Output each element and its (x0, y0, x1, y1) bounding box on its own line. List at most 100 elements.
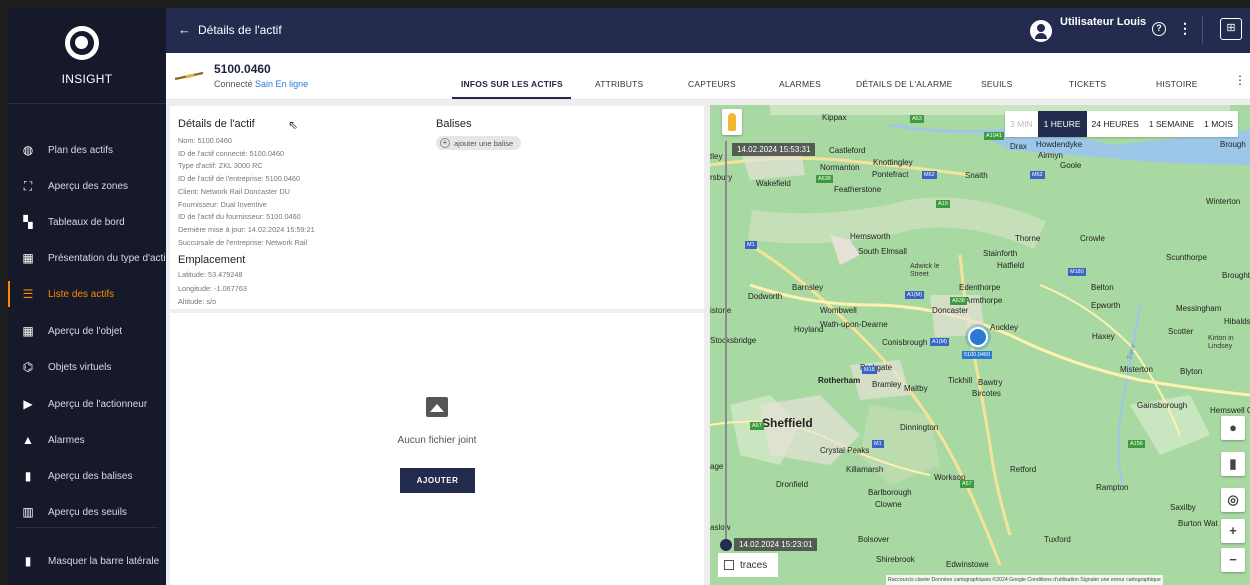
tab-infos-actifs[interactable]: INFOS SUR LES ACTIFS (461, 79, 563, 89)
my-location-icon[interactable]: ◎ (1221, 488, 1245, 512)
map-place: Dronfield (776, 480, 809, 489)
map-attribution[interactable]: Raccourcis clavier Données cartographiqu… (886, 575, 1163, 585)
map-place: Wath-upon-Dearne (820, 320, 888, 329)
asset-name: 5100.0460 (214, 62, 271, 76)
sidebar-item-objets-virtuels[interactable]: ⌬ Objets virtuels (8, 350, 166, 384)
apps-grid-icon[interactable]: ⊞ (1220, 18, 1242, 40)
sidebar-item-aper-u-des-zones[interactable]: ⛶ Aperçu des zones (8, 169, 166, 203)
map-place: Tuxford (1044, 535, 1071, 544)
detail-line: Fournisseur: Dual Inventive (178, 199, 267, 209)
traces-toggle[interactable]: traces (718, 553, 778, 577)
time-range-1-semaine[interactable]: 1 SEMAINE (1144, 119, 1199, 129)
map-place: Hemswell Cliff (1210, 406, 1250, 415)
map-place: Goole (1060, 161, 1082, 170)
map-place: Pontefract (872, 170, 909, 179)
add-tag-button[interactable]: + ajouter une balise (436, 136, 522, 150)
map-layers-icon[interactable]: ▮ (1221, 452, 1245, 476)
map-place: South Elmsall (858, 247, 907, 256)
map-place: Bolsover (858, 535, 890, 544)
map-place: Howdendyke (1036, 140, 1083, 149)
sidebar-divider (16, 527, 158, 528)
tabs-more-icon[interactable]: ⋮ (1234, 73, 1246, 87)
detail-line: ID de l'actif du fournisseur: 5100.0460 (178, 212, 301, 222)
tab-attributs[interactable]: ATTRIBUTS (595, 79, 643, 89)
sidebar-item-label: Présentation du type d'acti (48, 252, 166, 264)
time-slider-track[interactable] (725, 141, 727, 551)
tab-capteurs[interactable]: CAPTEURS (688, 79, 736, 89)
sidebar-item-label: Tableaux de bord (48, 216, 125, 228)
road-marker: M18 (862, 366, 877, 374)
collapse-sidebar-button[interactable]: ▮ Masquer la barre latérale (8, 544, 166, 578)
sidebar-item-label: Liste des actifs (48, 288, 115, 300)
map-pin-icon[interactable]: ● (1221, 416, 1245, 440)
user-name[interactable]: Utilisateur Louis (1060, 16, 1146, 28)
map-place: Barnsley (792, 283, 824, 292)
asset-map[interactable]: Kippax Castleford Normanton Knottingley … (710, 105, 1250, 585)
sidebar-item-aper-u-de-l-objet[interactable]: ▦ Aperçu de l'objet (8, 314, 166, 348)
tab-alarmes[interactable]: ALARMES (779, 79, 821, 89)
sidebar-item-label: Aperçu de l'actionneur (48, 398, 148, 410)
brand-logo[interactable]: INSIGHT (8, 8, 166, 104)
sidebar-item-aper-u-des-balises[interactable]: ▮ Aperçu des balises (8, 459, 166, 493)
map-place: Killamarsh (846, 465, 884, 474)
map-place: Castleford (829, 146, 866, 155)
sidebar-item-aper-u-des-seuils[interactable]: ▥ Aperçu des seuils (8, 495, 166, 529)
map-place: Brough (1220, 140, 1246, 149)
details-title: Détails de l'actif (178, 118, 255, 130)
active-indicator (8, 281, 10, 307)
map-place: Edenthorpe (959, 283, 1001, 292)
sidebar-item-plan-des-actifs[interactable]: ◍ Plan des actifs (8, 133, 166, 167)
map-place: Armthorpe (965, 296, 1003, 305)
more-options-icon[interactable]: ⋮ (1178, 20, 1192, 37)
status-value: Sain En ligne (255, 79, 309, 89)
traces-label: traces (740, 559, 768, 571)
time-range-1-heure[interactable]: 1 HEURE (1037, 111, 1087, 137)
tab-seuils[interactable]: SEUILS (981, 79, 1012, 89)
road-marker: M180 (1068, 268, 1086, 276)
tab-histoire[interactable]: HISTOIRE (1156, 79, 1198, 89)
zoom-out-button[interactable]: − (1221, 548, 1245, 572)
sidebar-item-label: Objets virtuels (48, 361, 112, 373)
tab-tickets[interactable]: TICKETS (1069, 79, 1106, 89)
top-bar: ← Détails de l'actif Utilisateur Louis ?… (166, 8, 1250, 53)
map-place: Airmyn (1038, 151, 1063, 160)
map-place: Shirebrook (876, 555, 915, 564)
asset-details-card: Détails de l'actif ⇖ Nom: 5100.0460 ID de… (170, 106, 704, 309)
sidebar-item-label: Aperçu des zones (48, 180, 129, 192)
street-view-pegman-icon[interactable] (722, 109, 742, 135)
sidebar-item-label: Aperçu des seuils (48, 506, 127, 518)
map-place: Messingham (1176, 304, 1222, 313)
insight-logo-icon (65, 26, 99, 60)
sidebar-item-label: Plan des actifs (48, 144, 114, 156)
time-slider-handle[interactable] (720, 539, 732, 551)
zoom-in-button[interactable]: + (1221, 519, 1245, 543)
map-place: Drax (1010, 142, 1027, 151)
time-range-3-min: 3 MIN (1010, 119, 1033, 129)
location-line: Altitude: s/o (178, 297, 217, 306)
tag-icon: ▮ (24, 469, 32, 483)
road-marker: M62 (922, 171, 937, 179)
sidebar-item-aper-u-de-l-actionneur[interactable]: ▶ Aperçu de l'actionneur (8, 387, 166, 421)
sidebar-item-pr-sentation-du-type-d-acti[interactable]: ▦ Présentation du type d'acti (8, 241, 166, 275)
map-place: Hemsworth (850, 232, 891, 241)
time-end-label: 14.02.2024 15:23:01 (734, 538, 818, 551)
asset-header: 5100.0460 Connecté Sain En ligne INFOS S… (166, 53, 1250, 100)
collapse-sidebar-icon: ▮ (24, 554, 32, 568)
sidebar-item-alarmes[interactable]: ▲ Alarmes (8, 423, 166, 457)
help-icon[interactable]: ? (1152, 22, 1166, 36)
asset-location-marker[interactable] (968, 327, 988, 347)
sidebar-item-tableaux-de-bord[interactable]: ▚ Tableaux de bord (8, 205, 166, 239)
map-place: Doncaster (932, 306, 969, 315)
attachments-card: Aucun fichier joint AJOUTER (170, 313, 704, 585)
alarm-icon: ▲ (22, 433, 34, 447)
road-marker: A63 (910, 115, 924, 123)
road-marker: A1(M) (905, 291, 924, 299)
sidebar-item-liste-des-actifs[interactable]: ☰ Liste des actifs (8, 277, 166, 311)
back-arrow-icon[interactable]: ← (178, 22, 191, 37)
add-file-button[interactable]: AJOUTER (400, 468, 475, 493)
user-avatar-icon[interactable] (1030, 20, 1052, 42)
time-range-1-mois[interactable]: 1 MOIS (1199, 119, 1238, 129)
traces-checkbox[interactable] (724, 560, 734, 570)
tab-details-alarme[interactable]: DÉTAILS DE L'ALARME (856, 79, 952, 89)
time-range-24-heures[interactable]: 24 HEURES (1087, 119, 1144, 129)
